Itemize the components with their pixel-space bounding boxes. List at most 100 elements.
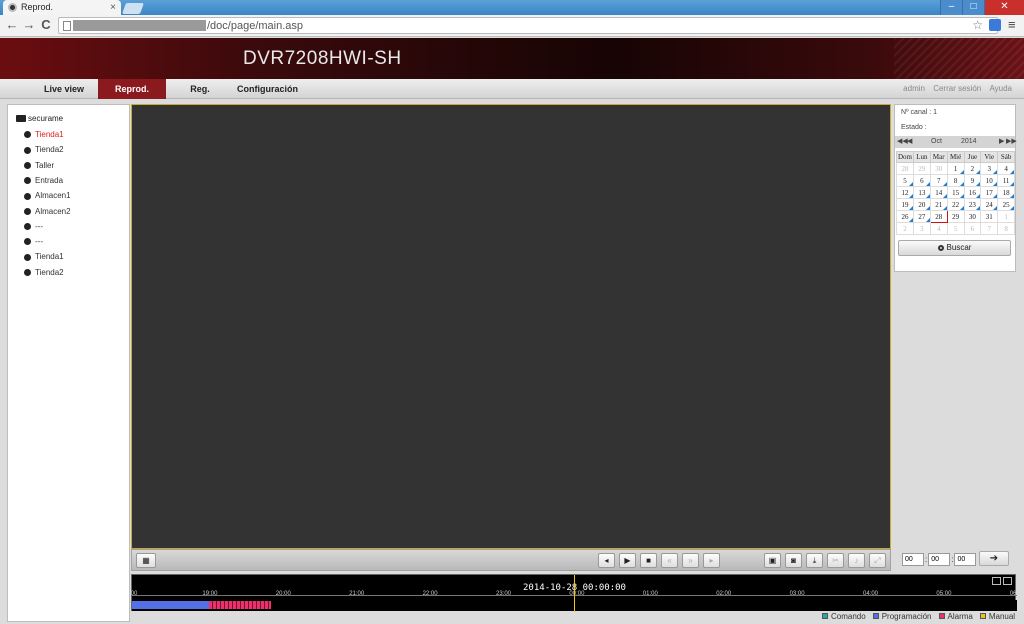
app-header — [0, 38, 1024, 79]
maximize-button[interactable]: □ — [962, 0, 984, 15]
calendar-day[interactable]: 8 — [997, 222, 1015, 235]
timeline-cursor[interactable] — [574, 575, 575, 612]
calendar-day[interactable]: 24 — [980, 198, 999, 211]
channel-item[interactable]: Entrada — [24, 175, 63, 186]
new-tab-button[interactable] — [121, 3, 145, 14]
next-month-icon[interactable]: ▶ — [999, 136, 1004, 148]
calendar-day[interactable]: 4 — [997, 162, 1015, 175]
calendar-day[interactable]: 31 — [980, 210, 999, 223]
tab-close-icon[interactable]: × — [110, 0, 116, 15]
minimize-button[interactable]: – — [940, 0, 962, 15]
calendar-day[interactable]: 13 — [912, 186, 931, 199]
calendar-day[interactable]: 6 — [912, 174, 931, 187]
calendar-day[interactable]: 11 — [997, 174, 1015, 187]
calendar-day[interactable]: 9 — [963, 174, 982, 187]
help-link[interactable]: Ayuda — [989, 84, 1012, 93]
calendar-day[interactable]: 3 — [912, 222, 931, 235]
calendar-day[interactable]: 14 — [929, 186, 948, 199]
reload-icon[interactable]: C — [38, 17, 54, 33]
tab-log[interactable]: Reg. — [166, 79, 234, 99]
browser-menu-icon[interactable]: ≡ — [1008, 17, 1016, 32]
calendar-day[interactable]: 29 — [946, 210, 965, 223]
volume-button[interactable]: ♪ — [848, 553, 865, 568]
channel-item[interactable]: Taller — [24, 160, 54, 171]
calendar-day[interactable]: 27 — [912, 210, 931, 223]
calendar-day[interactable]: 28 — [929, 210, 948, 223]
stop-all-button[interactable]: ▣ — [764, 553, 781, 568]
calendar-day[interactable]: 23 — [963, 198, 982, 211]
timeline[interactable]: 2014-10-28 00:00:00 :00 19:00 20:00 21:00 22… — [129, 574, 1018, 612]
user-name-link[interactable]: admin — [903, 84, 925, 93]
channel-item[interactable]: --- — [24, 221, 43, 232]
tree-root[interactable]: securame — [16, 113, 63, 124]
calendar-day[interactable]: 6 — [963, 222, 982, 235]
calendar-day[interactable]: 21 — [929, 198, 948, 211]
channel-item[interactable]: Tienda2 — [24, 267, 64, 278]
calendar-day[interactable]: 25 — [997, 198, 1015, 211]
play-button[interactable]: ▶ — [619, 553, 636, 568]
tab-live-view[interactable]: Live view — [30, 79, 98, 99]
calendar-day[interactable]: 16 — [963, 186, 982, 199]
go-button[interactable]: ➔ — [979, 551, 1009, 566]
calendar-day[interactable]: 26 — [896, 210, 914, 223]
back-icon[interactable]: ← — [4, 17, 20, 33]
tab-configuration[interactable]: Configuración — [230, 79, 305, 99]
channel-item[interactable]: Almacen1 — [24, 190, 71, 201]
logout-link[interactable]: Cerrar sesión — [933, 84, 981, 93]
calendar-day[interactable]: 3 — [980, 162, 999, 175]
calendar-day[interactable]: 1 — [997, 210, 1015, 223]
next-frame-button[interactable]: ▸ — [703, 553, 720, 568]
calendar-day[interactable]: 12 — [896, 186, 914, 199]
search-button[interactable]: Buscar — [898, 240, 1011, 256]
channel-item[interactable]: Almacen2 — [24, 206, 71, 217]
hour-input[interactable] — [902, 553, 924, 566]
bookmark-star-icon[interactable]: ☆ — [972, 18, 983, 32]
calendar-day[interactable]: 18 — [997, 186, 1015, 199]
second-input[interactable] — [954, 553, 977, 566]
calendar-day[interactable]: 5 — [946, 222, 965, 235]
fullscreen-button[interactable]: ⤢ — [869, 553, 886, 568]
clip-button[interactable]: ✂ — [827, 553, 844, 568]
video-player[interactable] — [131, 104, 891, 549]
calendar-day[interactable]: 1 — [946, 162, 965, 175]
calendar-day[interactable]: 8 — [946, 174, 965, 187]
download-button[interactable]: ⤓ — [806, 553, 823, 568]
zoom-out-icon[interactable] — [992, 577, 1001, 585]
address-bar[interactable]: /doc/page/main.asp ☆ — [58, 17, 998, 34]
prev-frame-button[interactable]: ◂ — [598, 553, 615, 568]
calendar-day[interactable]: 7 — [980, 222, 999, 235]
calendar-day[interactable]: 7 — [929, 174, 948, 187]
zoom-in-icon[interactable] — [1003, 577, 1012, 585]
extension-icon[interactable] — [989, 19, 1001, 31]
calendar-day[interactable]: 10 — [980, 174, 999, 187]
layout-button[interactable]: ▦ — [136, 553, 156, 568]
next-year-icon[interactable]: ▶▶ — [1006, 136, 1017, 148]
calendar-day[interactable]: 30 — [929, 162, 948, 175]
calendar-day[interactable]: 22 — [946, 198, 965, 211]
browser-tab[interactable]: Reprod. × — [3, 0, 121, 15]
stop-button[interactable]: ■ — [640, 553, 657, 568]
channel-item[interactable]: Tienda1 — [24, 251, 64, 262]
calendar-day[interactable]: 20 — [912, 198, 931, 211]
calendar-day[interactable]: 29 — [912, 162, 931, 175]
channel-item[interactable]: Tienda2 — [24, 144, 64, 155]
calendar-day[interactable]: 28 — [896, 162, 914, 175]
calendar-day[interactable]: 2 — [963, 162, 982, 175]
calendar-day[interactable]: 5 — [896, 174, 914, 187]
calendar-day[interactable]: 17 — [980, 186, 999, 199]
slow-button[interactable]: « — [661, 553, 678, 568]
channel-item[interactable]: Tienda1 — [24, 129, 64, 140]
close-window-button[interactable]: ✕ — [984, 0, 1024, 15]
tab-playback[interactable]: Reprod. — [98, 79, 166, 99]
forward-icon[interactable]: → — [21, 17, 37, 33]
calendar-day[interactable]: 30 — [963, 210, 982, 223]
calendar-day[interactable]: 19 — [896, 198, 914, 211]
calendar-day[interactable]: 4 — [929, 222, 948, 235]
calendar-day[interactable]: 15 — [946, 186, 965, 199]
fast-button[interactable]: » — [682, 553, 699, 568]
minute-input[interactable] — [928, 553, 951, 566]
calendar-day[interactable]: 2 — [896, 222, 914, 235]
capture-button[interactable]: ◙ — [785, 553, 802, 568]
prev-month-icon[interactable]: ◀ — [907, 136, 912, 148]
channel-item[interactable]: --- — [24, 236, 43, 247]
